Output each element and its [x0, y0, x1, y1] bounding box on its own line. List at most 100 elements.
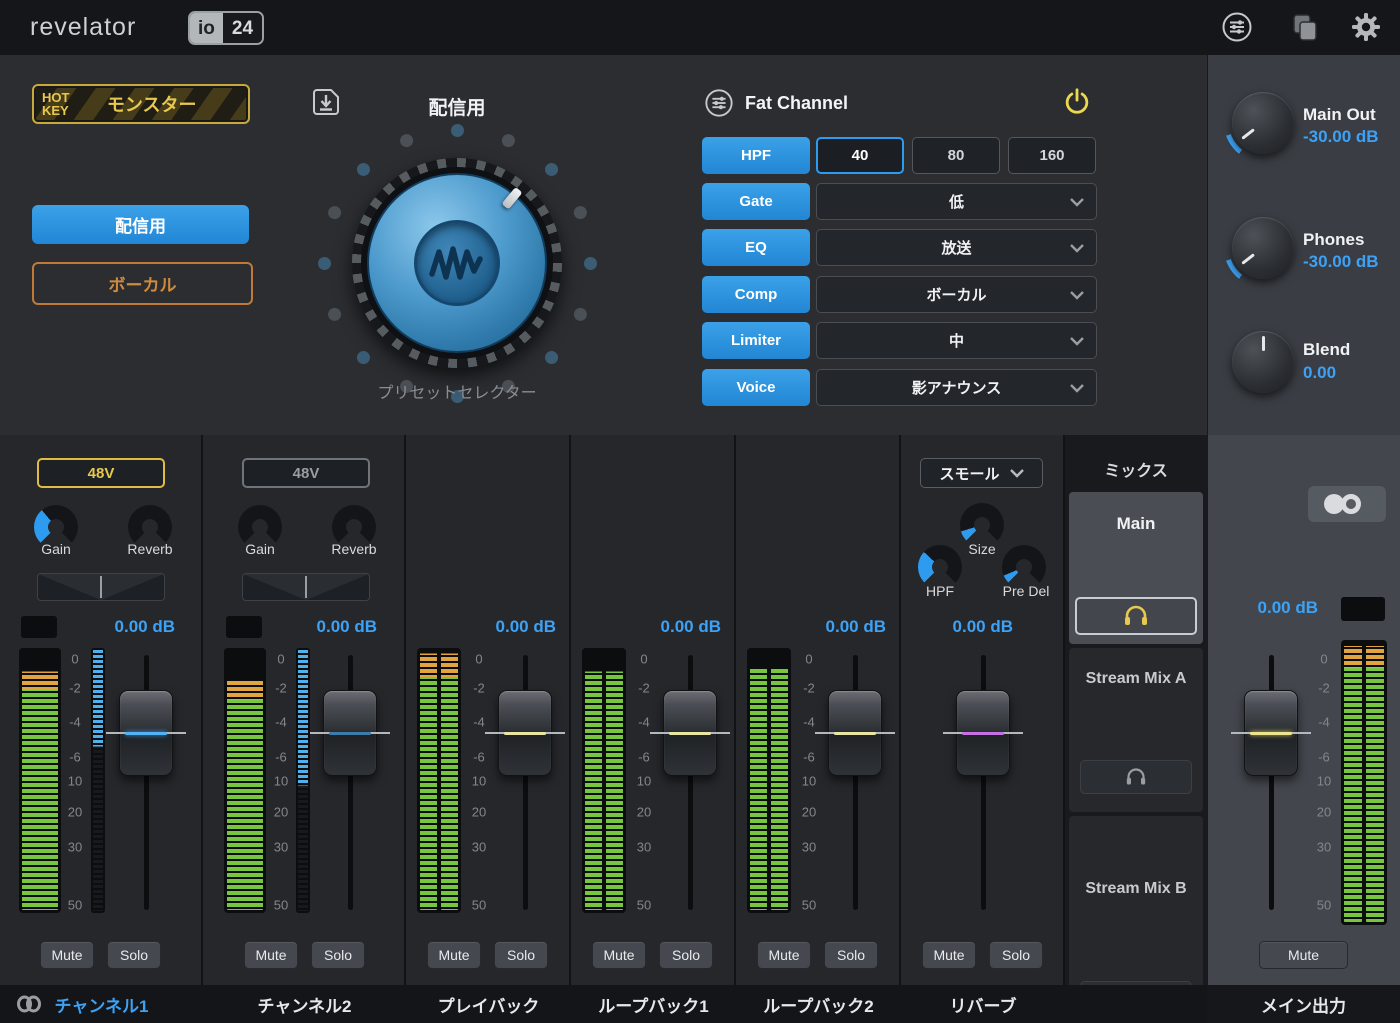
pan-slider[interactable] — [37, 573, 165, 601]
mute-button[interactable]: Mute — [244, 941, 298, 969]
channel-fader[interactable] — [663, 655, 717, 910]
gain-label: Gain — [230, 541, 290, 557]
mixer-scenes-icon[interactable] — [1221, 11, 1253, 43]
channel-fader[interactable] — [828, 655, 882, 910]
fader-cap[interactable] — [956, 690, 1010, 776]
fader-cap[interactable] — [323, 690, 377, 776]
channel-fader[interactable] — [956, 655, 1010, 910]
fader-cap[interactable] — [119, 690, 173, 776]
level-meter-stereo — [417, 648, 461, 913]
fader-level-value: 0.00 dB — [471, 617, 556, 637]
limiter-preset-dropdown[interactable]: 中 — [816, 322, 1097, 359]
fat-voice-button[interactable]: Voice — [702, 369, 810, 406]
hotkey-button[interactable]: HOTKEY モンスター — [32, 84, 250, 124]
meter-scale-tick: 30 — [268, 839, 294, 854]
mute-button[interactable]: Mute — [592, 941, 646, 969]
meter-scale: 0-2-4-610203050 — [1311, 648, 1337, 913]
fader-cap[interactable] — [663, 690, 717, 776]
meter-scale-tick: -4 — [268, 715, 294, 730]
fat-comp-button[interactable]: Comp — [702, 276, 810, 313]
meter-scale: 0-2-4-610203050 — [268, 648, 294, 913]
reverb-preset-dropdown[interactable]: スモール — [920, 458, 1043, 488]
meter-scale-tick: 10 — [466, 773, 492, 788]
phantom-48v-button[interactable]: 48V — [242, 458, 370, 488]
preset-dot — [542, 160, 560, 178]
meter-scale-tick: 20 — [268, 805, 294, 820]
preset-dot — [318, 257, 331, 270]
meter-scale-tick: 50 — [796, 898, 822, 913]
comp-preset-dropdown[interactable]: ボーカル — [816, 276, 1097, 313]
mute-button[interactable]: Mute — [427, 941, 481, 969]
main-out-knob[interactable] — [1224, 84, 1302, 162]
meter-scale-tick: -6 — [268, 749, 294, 764]
download-preset-icon[interactable] — [310, 86, 342, 118]
solo-button[interactable]: Solo — [989, 941, 1043, 969]
headphones-icon — [1124, 767, 1148, 787]
channel-strip-1: 48V Gain Reverb 0.00 dB 0-2-4-610203050 … — [0, 435, 203, 985]
main-headphones-button[interactable] — [1075, 597, 1197, 635]
mix-select-panel: ミックス Main Stream Mix A Stream Mix B — [1065, 435, 1207, 1023]
size-label: Size — [952, 541, 1012, 557]
solo-button[interactable]: Solo — [107, 941, 161, 969]
main-out-value: -30.00 dB — [1303, 127, 1400, 147]
fader-cap[interactable] — [498, 690, 552, 776]
phones-knob[interactable] — [1224, 209, 1302, 287]
preset-selector-knob[interactable] — [352, 158, 562, 368]
channel-strip-loopback2: 0.00 dB 0-2-4-610203050 Mute Solo — [736, 435, 901, 985]
eq-preset-dropdown[interactable]: 放送 — [816, 229, 1097, 266]
meter-scale-tick: 50 — [631, 898, 657, 913]
channel-name-bar: チャンネル1 チャンネル2 プレイバック ループバック1 ループバック2 リバー… — [0, 985, 1207, 1023]
hpf-freq-80[interactable]: 80 — [912, 137, 1000, 174]
chevron-down-icon — [1070, 384, 1084, 393]
solo-button[interactable]: Solo — [494, 941, 548, 969]
stream-a-headphones-button[interactable] — [1080, 760, 1192, 794]
voice-preset-dropdown[interactable]: 影アナウンス — [816, 369, 1097, 406]
solo-button[interactable]: Solo — [659, 941, 713, 969]
hpf-freq-40[interactable]: 40 — [816, 137, 904, 174]
preset-stream-button[interactable]: 配信用 — [32, 205, 249, 244]
meter-scale-tick: 50 — [268, 898, 294, 913]
meter-scale-tick: -2 — [268, 680, 294, 695]
meter-scale-tick: -6 — [1311, 749, 1337, 764]
channel-fader[interactable] — [119, 655, 173, 910]
gear-icon[interactable] — [1350, 11, 1382, 43]
solo-button[interactable]: Solo — [311, 941, 365, 969]
fader-level-value: 0.00 dB — [292, 617, 377, 637]
reverb-label: Reverb — [324, 541, 384, 557]
preset-dot — [326, 305, 343, 322]
mute-button[interactable]: Mute — [922, 941, 976, 969]
model-number: 24 — [223, 13, 262, 43]
mute-button[interactable]: Mute — [757, 941, 811, 969]
copy-icon[interactable] — [1288, 11, 1320, 43]
tab-channel2: チャンネル2 — [203, 985, 406, 1023]
blend-knob[interactable] — [1224, 323, 1302, 401]
stereo-link-toggle[interactable] — [1308, 486, 1386, 522]
solo-button[interactable]: Solo — [824, 941, 878, 969]
fat-eq-button[interactable]: EQ — [702, 229, 810, 266]
fat-limiter-button[interactable]: Limiter — [702, 322, 810, 359]
fader-cap[interactable] — [828, 690, 882, 776]
mix-tab-stream-a[interactable]: Stream Mix A — [1069, 648, 1203, 812]
phantom-48v-button[interactable]: 48V — [37, 458, 165, 488]
phones-label: Phones — [1303, 230, 1398, 250]
meter-scale-tick: 0 — [466, 651, 492, 666]
hpf-freq-160[interactable]: 160 — [1008, 137, 1096, 174]
mix-tab-main[interactable]: Main — [1069, 492, 1203, 644]
power-icon[interactable] — [1062, 87, 1092, 117]
preset-vocal-button[interactable]: ボーカル — [32, 262, 253, 305]
fader-cap[interactable] — [1244, 690, 1298, 776]
pan-slider[interactable] — [242, 573, 370, 601]
fat-hpf-button[interactable]: HPF — [702, 137, 810, 174]
preset-dot — [354, 160, 372, 178]
gate-preset-dropdown[interactable]: 低 — [816, 183, 1097, 220]
meter-scale-tick: 30 — [466, 839, 492, 854]
channel-fader[interactable] — [498, 655, 552, 910]
main-out-fader[interactable] — [1244, 655, 1298, 910]
channel-fader[interactable] — [323, 655, 377, 910]
fat-gate-button[interactable]: Gate — [702, 183, 810, 220]
mute-button[interactable]: Mute — [40, 941, 94, 969]
tab-loopback1: ループバック1 — [571, 985, 736, 1023]
mix-stream-a-label: Stream Mix A — [1069, 670, 1203, 688]
level-meter — [224, 648, 266, 913]
mute-button[interactable]: Mute — [1259, 941, 1348, 969]
